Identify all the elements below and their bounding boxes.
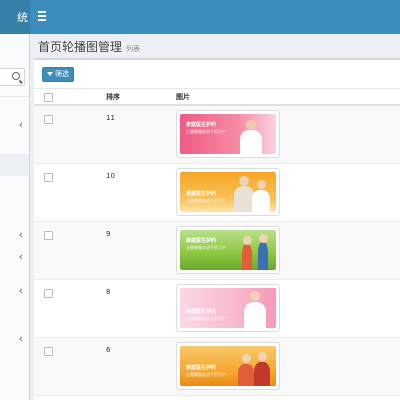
row-checkbox[interactable]: [44, 173, 53, 182]
sort-value: 9: [106, 230, 111, 238]
table-row[interactable]: 11 家庭医生护约 让健康服务进千家万户: [34, 106, 400, 164]
elder-figure: [254, 362, 270, 386]
table-row[interactable]: 8 家庭医生护约 让健康服务进千家万户: [34, 280, 400, 338]
hamburger-icon[interactable]: [38, 11, 48, 23]
banner-image: 家庭医生护约 让健康服务进千家万户: [180, 288, 276, 328]
banner-thumbnail[interactable]: 家庭医生护约 让健康服务进千家万户: [176, 342, 280, 390]
banner-headline: 家庭医生护约: [186, 191, 217, 197]
divider: [0, 96, 29, 97]
banner-tagline: 让健康服务进千家万户: [186, 316, 226, 321]
sort-value: 8: [106, 288, 111, 296]
chevron-left-icon: ‹: [18, 332, 23, 345]
banner-image: 家庭医生护约 让健康服务进千家万户: [180, 172, 276, 212]
banner-tagline: 让健康服务进千家万户: [186, 245, 226, 250]
elder-head: [242, 354, 251, 363]
sidebar-item-active[interactable]: [0, 154, 29, 176]
select-all-checkbox[interactable]: [44, 93, 53, 102]
sidebar-search-input[interactable]: [0, 68, 25, 86]
brand-text: 统: [17, 11, 28, 24]
page-title: 首页轮播图管理 列表: [38, 38, 140, 55]
sidebar: ‹ ‹ ‹ ‹ ‹: [0, 34, 30, 400]
page-title-text: 首页轮播图管理: [38, 40, 123, 54]
doctor-figure: [240, 130, 262, 154]
banner-headline: 家庭医生护约: [186, 122, 217, 128]
banner-thumbnail[interactable]: 家庭医生护约 让健康服务进千家万户: [176, 226, 280, 274]
banner-thumbnail[interactable]: 家庭医生护约 让健康服务进千家万户: [176, 284, 280, 332]
row-checkbox[interactable]: [44, 289, 53, 298]
runner-head: [259, 234, 268, 243]
navbar-main: [30, 0, 400, 34]
list-box: 筛选 排序 图片 11 家庭医生护约 让健康服务进千家万户 10 家庭医生护约 …: [34, 58, 400, 400]
chevron-left-icon: ‹: [18, 118, 23, 131]
banner-tagline: 让健康服务进千家万户: [186, 129, 226, 134]
column-header-sort[interactable]: 排序: [106, 92, 120, 102]
banner-headline: 家庭医生护约: [186, 238, 217, 244]
sort-value: 11: [106, 114, 115, 122]
banner-thumbnail[interactable]: 家庭医生护约 让健康服务进千家万户: [176, 110, 280, 158]
sidebar-item-4[interactable]: ‹: [0, 282, 29, 302]
runner-figure: [258, 242, 268, 270]
elder-head: [257, 180, 266, 189]
chevron-left-icon: ‹: [18, 228, 23, 241]
doctor-head: [246, 120, 256, 130]
logo-area[interactable]: 统: [0, 0, 30, 34]
banner-image: 家庭医生护约 让健康服务进千家万户: [180, 230, 276, 270]
row-checkbox[interactable]: [44, 347, 53, 356]
chevron-left-icon: ‹: [18, 250, 23, 263]
row-checkbox[interactable]: [44, 231, 53, 240]
sidebar-item-2[interactable]: ‹: [0, 226, 29, 246]
sidebar-item-3[interactable]: ‹: [0, 248, 29, 268]
mother-head: [250, 291, 260, 301]
elder-head: [258, 352, 267, 361]
table-row[interactable]: 6 家庭医生护约 让健康服务进千家万户: [34, 338, 400, 396]
banner-image: 家庭医生护约 让健康服务进千家万户: [180, 346, 276, 386]
chevron-left-icon: ‹: [18, 284, 23, 297]
sidebar-item-5[interactable]: ‹: [0, 330, 29, 350]
sort-value: 6: [106, 346, 111, 354]
table-header: 排序 图片: [34, 88, 400, 106]
mother-figure: [244, 302, 266, 328]
runner-head: [243, 236, 252, 245]
search-icon[interactable]: [12, 72, 20, 80]
banner-thumbnail[interactable]: 家庭医生护约 让健康服务进千家万户: [176, 168, 280, 216]
elder-figure: [252, 190, 270, 212]
table-row[interactable]: 10 家庭医生护约 让健康服务进千家万户: [34, 164, 400, 222]
content-wrapper: 首页轮播图管理列表 筛选 排序 图片 11 家庭医生护约 让健康服务进千家万户: [31, 34, 400, 400]
banner-tagline: 让健康服务进千家万户: [186, 372, 226, 377]
page-subtitle: 列表: [126, 45, 141, 53]
filter-button[interactable]: 筛选: [42, 67, 74, 82]
elder-figure: [234, 186, 254, 212]
row-checkbox[interactable]: [44, 115, 53, 124]
filter-button-label: 筛选: [55, 70, 69, 78]
runner-figure: [242, 244, 252, 270]
sidebar-item-1[interactable]: ‹: [0, 116, 29, 136]
elder-figure: [238, 364, 254, 386]
banner-image: 家庭医生护约 让健康服务进千家万户: [180, 114, 276, 154]
banner-headline: 家庭医生护约: [186, 309, 217, 315]
column-header-image: 图片: [176, 93, 190, 101]
elder-head: [239, 176, 249, 186]
banner-tagline: 让健康服务进千家万户: [186, 198, 226, 203]
top-navbar: 统: [0, 0, 400, 34]
banner-headline: 家庭医生护约: [186, 365, 217, 371]
table-row[interactable]: 9 家庭医生护约 让健康服务进千家万户: [34, 222, 400, 280]
sort-value: 10: [106, 172, 115, 180]
filter-icon: [47, 72, 53, 76]
